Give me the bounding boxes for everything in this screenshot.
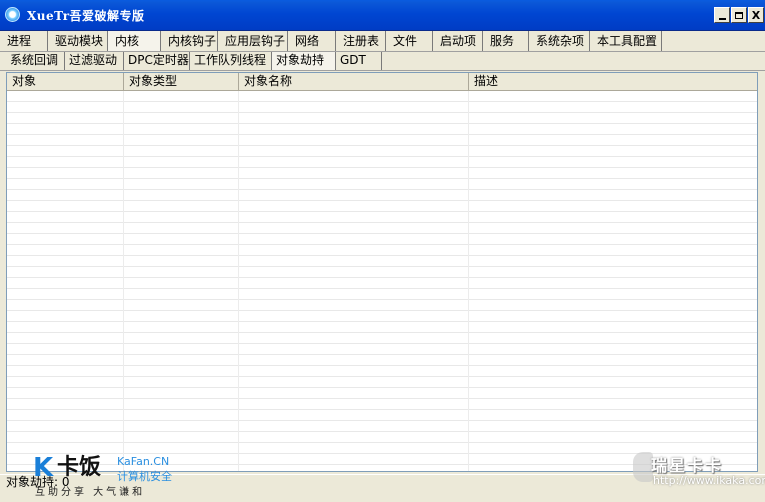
subtab-dpc-timers[interactable]: DPC定时器	[124, 52, 190, 70]
column-header-description[interactable]: 描述	[469, 73, 757, 90]
tab-kernel[interactable]: 内核	[108, 31, 161, 51]
maximize-button[interactable]	[731, 7, 747, 23]
subtab-work-queue-threads[interactable]: 工作队列线程	[190, 52, 272, 70]
ikaka-url: http://www.ikaka.com	[653, 474, 765, 487]
tab-driver-modules[interactable]: 驱动模块	[48, 31, 108, 51]
tab-app-hooks[interactable]: 应用层钩子	[218, 31, 288, 51]
list-body[interactable]	[7, 91, 757, 471]
column-header-object-type[interactable]: 对象类型	[124, 73, 239, 90]
column-gridline	[123, 91, 124, 471]
app-icon[interactable]	[5, 7, 20, 22]
kafan-subtitle: 计算机安全	[117, 470, 172, 483]
close-icon: X	[751, 8, 761, 22]
main-tab-bar: 进程 驱动模块 内核 内核钩子 应用层钩子 网络 注册表 文件 启动项 服务 系…	[0, 31, 765, 51]
subtab-gdt[interactable]: GDT	[336, 52, 382, 70]
kafan-logo-icon: K	[33, 453, 54, 483]
title-bar[interactable]: XueTr吾爱破解专版 X	[0, 0, 765, 31]
tab-system-misc[interactable]: 系统杂项	[529, 31, 590, 51]
tab-kernel-hooks[interactable]: 内核钩子	[161, 31, 218, 51]
window-title: XueTr吾爱破解专版	[27, 9, 145, 23]
main-window: XueTr吾爱破解专版 X 进程 驱动模块 内核 内核钩子 应用层钩子 网络 注…	[0, 0, 765, 502]
tab-files[interactable]: 文件	[386, 31, 433, 51]
object-hijack-list[interactable]: 对象 对象类型 对象名称 描述	[6, 72, 758, 472]
list-header: 对象 对象类型 对象名称 描述	[7, 73, 757, 91]
maximize-icon	[735, 11, 743, 19]
subtab-system-callbacks[interactable]: 系统回调	[6, 52, 65, 70]
column-header-object[interactable]: 对象	[7, 73, 124, 90]
column-header-object-name[interactable]: 对象名称	[239, 73, 469, 90]
tab-registry[interactable]: 注册表	[336, 31, 386, 51]
column-gridline	[238, 91, 239, 471]
minimize-icon	[718, 17, 726, 20]
tab-services[interactable]: 服务	[483, 31, 529, 51]
tab-processes[interactable]: 进程	[0, 31, 48, 51]
minimize-button[interactable]	[714, 7, 730, 23]
tab-network[interactable]: 网络	[288, 31, 336, 51]
subtab-divider	[0, 70, 765, 71]
kafan-logo-text: 卡饭	[57, 455, 102, 480]
subtab-filter-drivers[interactable]: 过滤驱动	[65, 52, 124, 70]
kafan-watermark: K 卡饭 KaFan.CN 计算机安全 互助分享 大气谦和	[33, 453, 183, 499]
close-button[interactable]: X	[748, 7, 764, 23]
kafan-domain: KaFan.CN	[117, 455, 170, 468]
ikaka-logo-icon	[633, 452, 653, 482]
ikaka-brand: 瑞星卡卡	[651, 456, 724, 475]
column-gridline	[468, 91, 469, 471]
tab-tool-config[interactable]: 本工具配置	[590, 31, 662, 51]
kernel-sub-tab-bar: 系统回调 过滤驱动 DPC定时器 工作队列线程 对象劫持 GDT	[0, 52, 765, 70]
tab-startup[interactable]: 启动项	[433, 31, 483, 51]
kafan-slogan: 互助分享 大气谦和	[35, 487, 146, 498]
subtab-object-hijack[interactable]: 对象劫持	[272, 52, 336, 70]
ikaka-watermark: 瑞星卡卡 http://www.ikaka.com	[633, 448, 765, 490]
